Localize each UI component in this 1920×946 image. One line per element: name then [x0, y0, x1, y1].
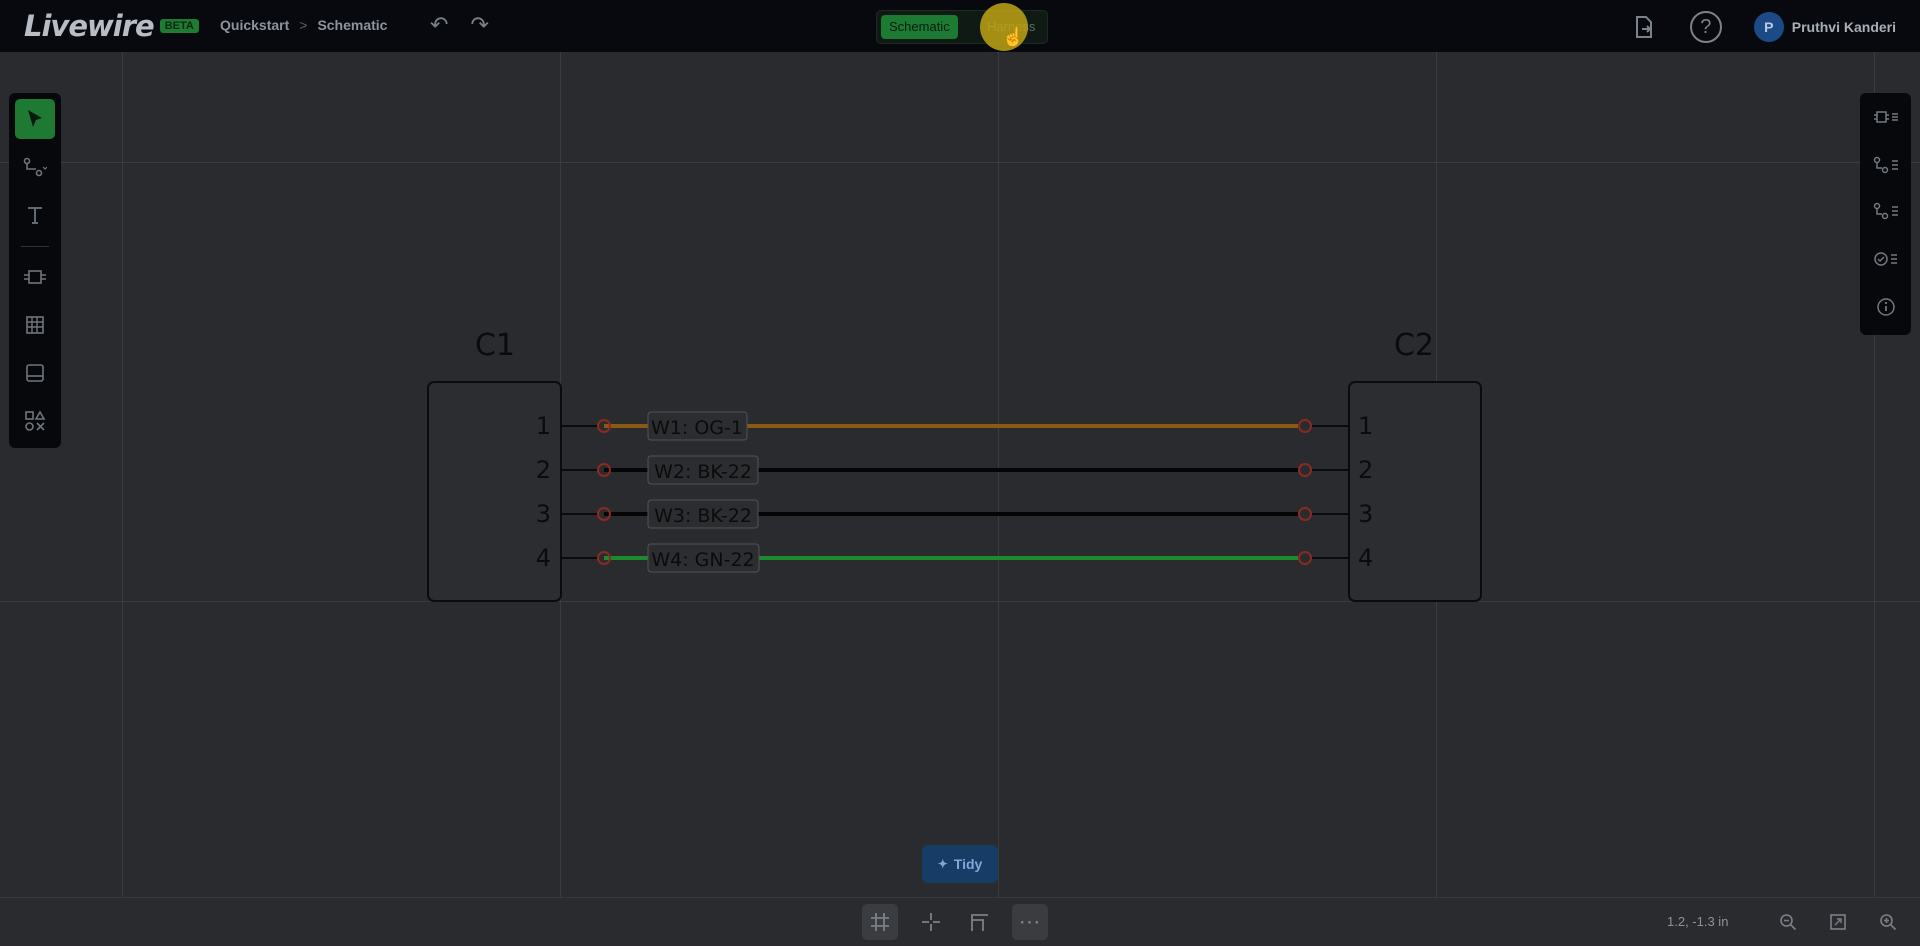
c2-pin-3: 3	[1358, 500, 1373, 528]
wire-label-w3: W3: BK-22	[654, 505, 752, 527]
titleblock-icon	[26, 364, 44, 382]
breadcrumb-project[interactable]: Quickstart	[220, 17, 289, 33]
orthogonal-routing-icon	[971, 914, 988, 931]
c2-pin-1: 1	[1358, 412, 1373, 440]
logo-text: Livewire	[24, 9, 155, 43]
user-name[interactable]: Pruthvi Kanderi	[1792, 19, 1896, 35]
c1-pin-4: 4	[536, 544, 551, 572]
checks-list-button[interactable]	[1866, 241, 1906, 277]
info-button[interactable]	[1866, 289, 1906, 325]
hand-pointer-icon: ☝	[1002, 27, 1025, 47]
tab-schematic[interactable]: Schematic	[881, 15, 958, 39]
bottom-bar: ⋯ 1.2, -1.3 in	[0, 897, 1920, 946]
connector-label-c1[interactable]: C1	[475, 328, 515, 363]
table-tool-icon	[26, 316, 44, 334]
fit-screen-icon	[1830, 914, 1846, 930]
zoom-in-button[interactable]	[1874, 908, 1902, 936]
checks-icon	[1874, 252, 1897, 266]
cursor-coordinates: 1.2, -1.3 in	[1667, 914, 1729, 929]
pin-stubs	[561, 425, 1349, 559]
zoom-out-button[interactable]	[1774, 908, 1802, 936]
c2-pin-4: 4	[1358, 544, 1373, 572]
wire-label-w2: W2: BK-22	[654, 461, 752, 483]
left-toolbar	[9, 93, 61, 448]
connectors-list-icon	[1874, 111, 1898, 123]
shapes-tool-button[interactable]	[15, 401, 55, 441]
undo-redo-group: ↶ ↷	[430, 12, 489, 38]
tidy-button[interactable]: ✦ Tidy	[922, 845, 998, 883]
wire-label-w4: W4: GN-22	[651, 549, 754, 571]
wire-label-w1: W1: OG-1	[651, 417, 743, 439]
connector-tool-button[interactable]	[15, 257, 55, 297]
redo-icon[interactable]: ↷	[470, 12, 488, 38]
sparkle-icon: ✦	[937, 857, 948, 871]
routing-toggle-button[interactable]	[962, 904, 998, 940]
schematic-drawing: C1 1 2 3 4 C2 1 2 3 4 W1: OG-1 W2: BK-22…	[427, 328, 1482, 602]
avatar[interactable]: P	[1753, 12, 1784, 42]
wires-list-icon	[1873, 156, 1898, 174]
wires-list-button[interactable]	[1866, 147, 1906, 183]
right-toolbar	[1860, 93, 1911, 335]
top-bar: Livewire BETA Quickstart > Schematic ↶ ↷…	[0, 0, 1920, 53]
connector-tool-icon	[24, 270, 46, 284]
more-options-button[interactable]: ⋯	[1012, 904, 1048, 940]
connectors-list-button[interactable]	[1866, 99, 1906, 135]
help-icon[interactable]: ?	[1689, 11, 1722, 43]
breadcrumb: Quickstart > Schematic	[220, 17, 387, 33]
wire-tool-icon	[23, 157, 47, 177]
cables-list-button[interactable]	[1866, 193, 1906, 229]
beta-badge: BETA	[159, 19, 199, 33]
select-tool-button[interactable]	[15, 99, 55, 139]
table-tool-button[interactable]	[15, 305, 55, 345]
connector-label-c2[interactable]: C2	[1394, 328, 1434, 363]
info-icon	[1877, 298, 1895, 316]
ellipsis-icon: ⋯	[1018, 909, 1042, 934]
titleblock-tool-button[interactable]	[15, 353, 55, 393]
crosshair-icon	[922, 913, 940, 931]
c2-pin-2: 2	[1358, 456, 1373, 484]
breadcrumb-page: Schematic	[317, 17, 388, 33]
wire-endpoints	[597, 419, 1312, 565]
grid-toggle-button[interactable]	[862, 904, 898, 940]
grid-icon	[871, 913, 889, 931]
snap-toggle-button[interactable]	[913, 904, 949, 940]
c1-pin-1: 1	[536, 412, 551, 440]
tidy-label: Tidy	[953, 856, 983, 872]
text-tool-button[interactable]	[15, 195, 55, 235]
wire-tool-button[interactable]	[15, 147, 55, 187]
undo-icon[interactable]: ↶	[430, 12, 448, 38]
top-right-actions: ? P Pruthvi Kanderi	[1598, 11, 1896, 43]
zoom-in-icon	[1880, 914, 1897, 931]
export-icon[interactable]	[1630, 13, 1658, 41]
zoom-out-icon	[1780, 914, 1797, 931]
text-tool-icon	[28, 207, 42, 224]
c1-pin-2: 2	[536, 456, 551, 484]
c1-pin-3: 3	[536, 500, 551, 528]
app-logo[interactable]: Livewire BETA	[24, 9, 199, 43]
toolbar-divider	[21, 246, 49, 247]
fit-to-screen-button[interactable]	[1824, 908, 1852, 936]
breadcrumb-separator: >	[299, 17, 308, 33]
select-arrow-icon	[28, 110, 42, 127]
schematic-canvas[interactable]: C1 1 2 3 4 C2 1 2 3 4 W1: OG-1 W2: BK-22…	[0, 52, 1920, 897]
cables-list-icon	[1873, 202, 1898, 220]
shapes-icon	[25, 410, 46, 431]
